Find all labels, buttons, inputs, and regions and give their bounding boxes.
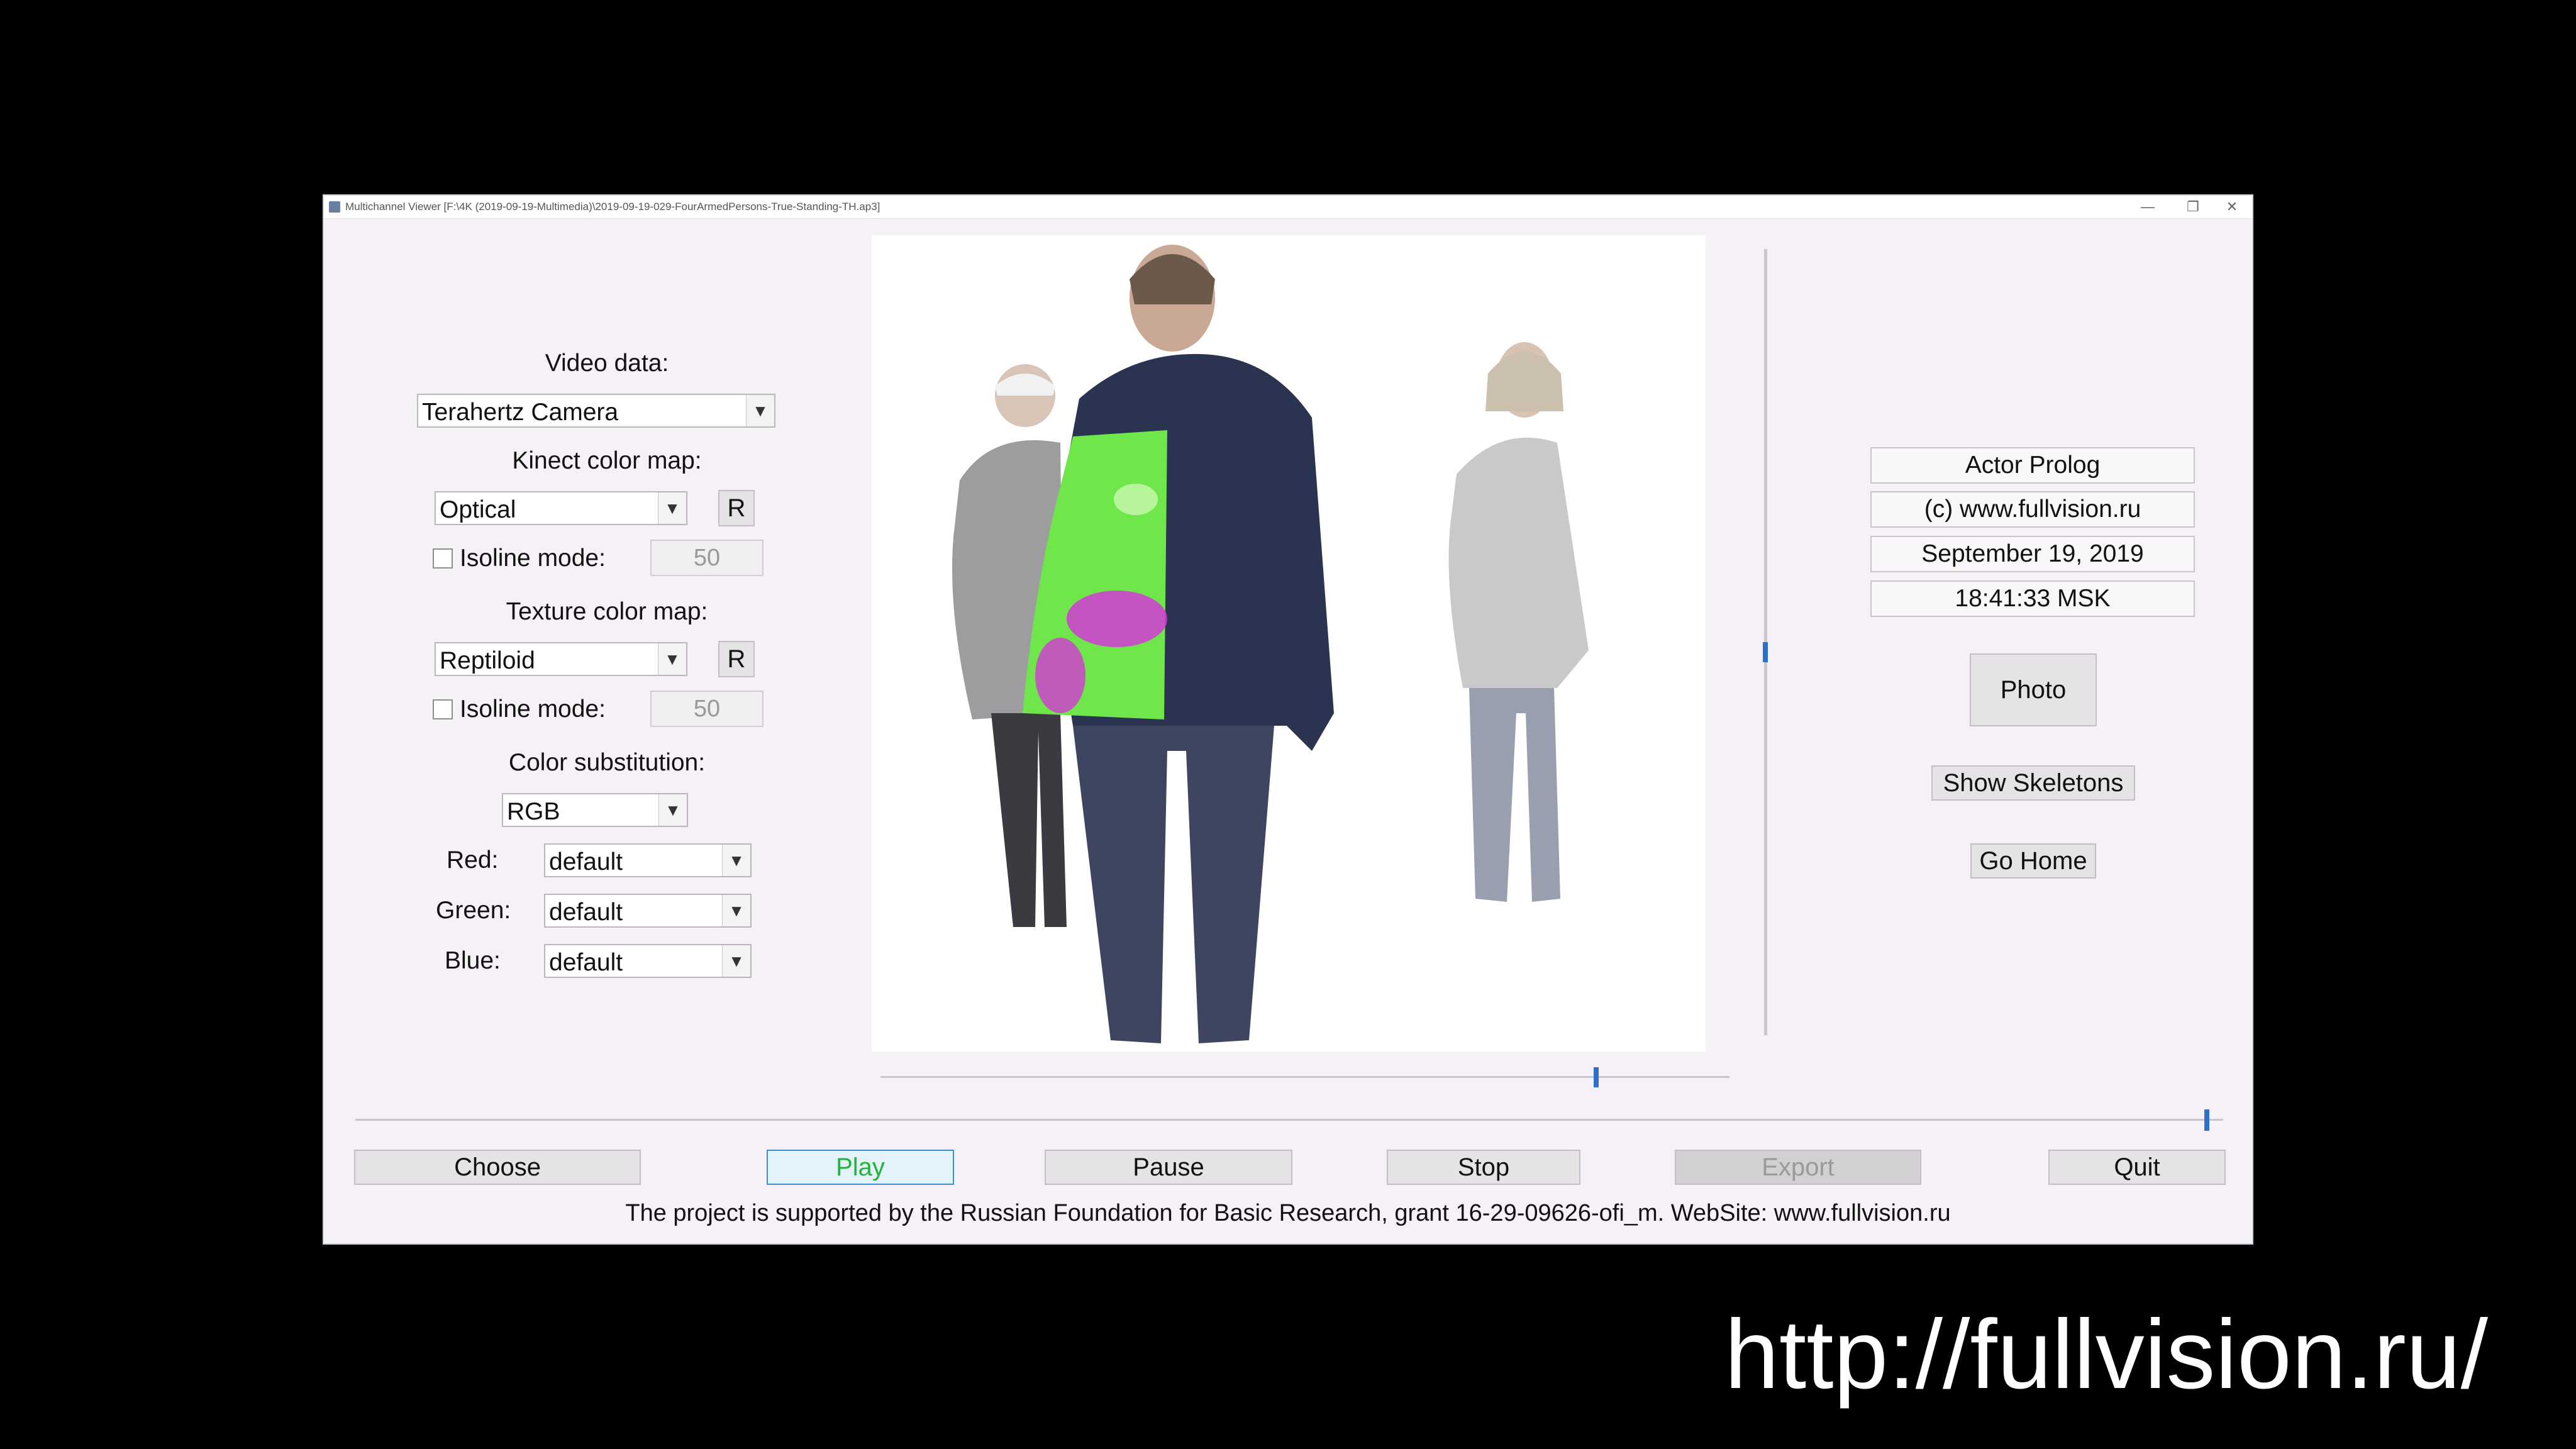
- green-channel-value: default: [549, 899, 623, 926]
- blue-channel-value: default: [549, 949, 623, 976]
- isoline-texture-input[interactable]: 50: [650, 691, 763, 727]
- texture-color-map-label: Texture color map:: [506, 598, 708, 625]
- person-silhouette: [1023, 245, 1334, 1043]
- red-channel-value: default: [549, 848, 623, 875]
- photo-button[interactable]: Photo: [1970, 653, 2097, 726]
- blue-label: Blue:: [445, 947, 501, 974]
- video-data-select[interactable]: Terahertz Camera ▼: [417, 394, 775, 428]
- red-channel-select[interactable]: default ▼: [544, 843, 752, 877]
- footer-credits: The project is supported by the Russian …: [625, 1200, 1951, 1226]
- green-label: Green:: [436, 897, 511, 924]
- isoline-kinect-label: Isoline mode:: [460, 545, 606, 572]
- color-substitution-label: Color substitution:: [508, 749, 706, 776]
- video-data-label: Video data:: [545, 350, 669, 377]
- play-button[interactable]: Play: [767, 1150, 954, 1185]
- isoline-texture-checkbox[interactable]: [433, 699, 453, 719]
- choose-button[interactable]: Choose: [354, 1150, 641, 1185]
- pause-button[interactable]: Pause: [1045, 1150, 1292, 1185]
- green-channel-select[interactable]: default ▼: [544, 894, 752, 928]
- blue-channel-select[interactable]: default ▼: [544, 944, 752, 978]
- isoline-texture-label: Isoline mode:: [460, 696, 606, 723]
- color-substitution-select[interactable]: RGB ▼: [502, 793, 688, 827]
- timeline-track[interactable]: [355, 1119, 2223, 1121]
- minimize-button[interactable]: —: [2129, 198, 2167, 216]
- export-button[interactable]: Export: [1675, 1150, 1921, 1185]
- chevron-down-icon: ▼: [658, 643, 686, 675]
- quit-button[interactable]: Quit: [2048, 1150, 2226, 1185]
- video-view[interactable]: [872, 235, 1706, 1052]
- kinect-reset-button[interactable]: R: [718, 490, 755, 526]
- color-substitution-value: RGB: [507, 798, 560, 825]
- timeline-thumb[interactable]: [2204, 1109, 2210, 1131]
- go-home-button[interactable]: Go Home: [1970, 843, 2096, 879]
- vertical-slider-thumb[interactable]: [1763, 642, 1768, 662]
- kinect-color-map-value: Optical: [440, 496, 516, 523]
- time-box: 18:41:33 MSK: [1870, 580, 2195, 617]
- app-icon: [329, 201, 340, 213]
- chevron-down-icon: ▼: [658, 794, 687, 826]
- copyright-box: (c) www.fullvision.ru: [1870, 491, 2195, 528]
- video-data-value: Terahertz Camera: [422, 399, 619, 426]
- stop-button[interactable]: Stop: [1387, 1150, 1580, 1185]
- kinect-color-map-select[interactable]: Optical ▼: [435, 491, 687, 525]
- texture-color-map-value: Reptiloid: [440, 647, 535, 674]
- viewer-window: Multichannel Viewer [F:\4K (2019-09-19-M…: [323, 194, 2253, 1245]
- date-box: September 19, 2019: [1870, 536, 2195, 572]
- window-title: Multichannel Viewer [F:\4K (2019-09-19-M…: [345, 201, 880, 213]
- chevron-down-icon: ▼: [658, 492, 686, 524]
- chevron-down-icon: ▼: [722, 895, 750, 926]
- texture-color-map-select[interactable]: Reptiloid ▼: [435, 642, 687, 676]
- person-silhouette: [1448, 342, 1589, 902]
- texture-reset-button[interactable]: R: [718, 641, 755, 677]
- video-position-thumb[interactable]: [1594, 1067, 1599, 1087]
- title-bar: Multichannel Viewer [F:\4K (2019-09-19-M…: [324, 196, 2252, 219]
- show-skeletons-button[interactable]: Show Skeletons: [1931, 765, 2135, 801]
- close-button[interactable]: ✕: [2213, 198, 2251, 216]
- red-label: Red:: [447, 847, 499, 874]
- watermark-url: http://fullvision.ru/: [1724, 1300, 2488, 1409]
- kinect-color-map-label: Kinect color map:: [512, 447, 702, 474]
- isoline-kinect-input[interactable]: 50: [650, 540, 763, 576]
- video-frame-image: [952, 245, 1589, 1043]
- video-position-track[interactable]: [880, 1076, 1729, 1078]
- chevron-down-icon: ▼: [746, 395, 774, 426]
- isoline-kinect-checkbox[interactable]: [433, 548, 453, 569]
- maximize-button[interactable]: ❐: [2174, 198, 2212, 216]
- app-name-box: Actor Prolog: [1870, 447, 2195, 484]
- chevron-down-icon: ▼: [722, 845, 750, 876]
- chevron-down-icon: ▼: [722, 945, 750, 977]
